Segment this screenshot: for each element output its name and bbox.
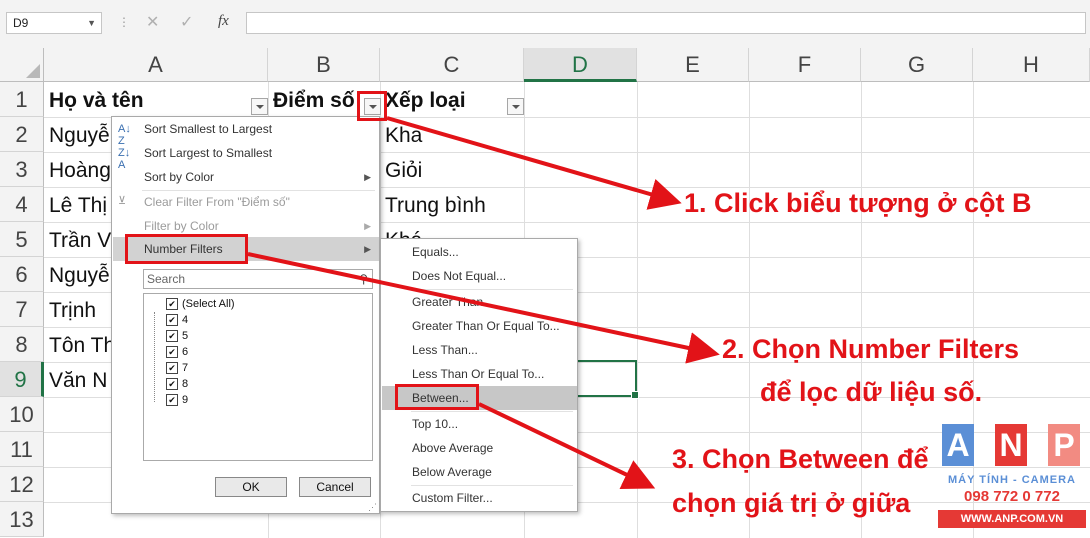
anp-logo: A N P MÁY TÍNH - CAMERA 098 772 0 772 WW… — [938, 418, 1086, 534]
arrow-step2 — [247, 252, 720, 364]
arrow-step1 — [386, 116, 682, 210]
logo-website: WWW.ANP.COM.VN — [938, 510, 1086, 528]
annotation-step2-line1: 2. Chọn Number Filters — [722, 334, 1020, 364]
annotation-step3-line2: chọn giá trị ở giữa — [672, 488, 911, 518]
annotation-step3-line1: 3. Chọn Between để — [672, 444, 929, 474]
arrow-step3 — [478, 402, 656, 490]
logo-tagline: MÁY TÍNH - CAMERA — [947, 474, 1076, 486]
logo-tile-a: A — [942, 424, 974, 466]
annotation-step1: 1. Click biểu tượng ở cột B — [684, 188, 1032, 218]
logo-tile-p: P — [1048, 424, 1080, 466]
annotation-step2-line2: để lọc dữ liệu số. — [760, 377, 983, 407]
logo-tile-n: N — [995, 424, 1027, 466]
logo-phone: 098 772 0 772 — [964, 488, 1060, 505]
